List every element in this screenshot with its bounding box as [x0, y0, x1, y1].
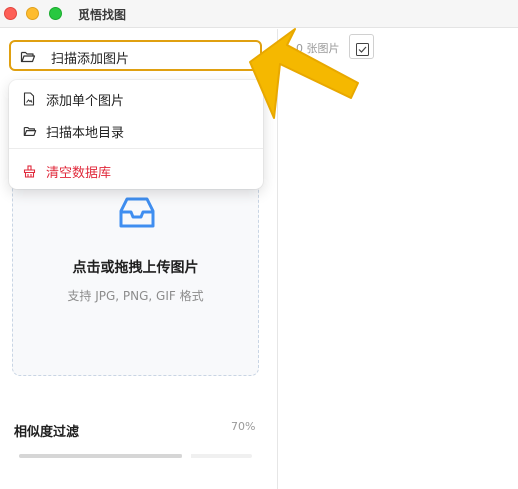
menu-item-scan-local-directory[interactable]: 扫描本地目录	[9, 117, 263, 143]
dropzone-subtitle: 支持 JPG, PNG, GIF 格式	[67, 289, 204, 303]
file-image-icon	[23, 91, 35, 110]
menu-item-clear-database[interactable]: 清空数据库	[9, 157, 263, 183]
menu-item-add-single-image[interactable]: 添加单个图片	[9, 85, 263, 111]
title-bar: 觅悟找图	[0, 0, 518, 28]
database-clear-icon	[23, 163, 36, 182]
similarity-slider-handle[interactable]	[182, 452, 191, 460]
menu-divider	[9, 148, 263, 149]
image-count: 0 张图片	[296, 42, 340, 55]
inbox-tray-icon	[119, 196, 155, 234]
dropzone-title: 点击或拖拽上传图片	[72, 260, 199, 276]
similarity-slider-fill	[19, 454, 182, 458]
close-window-button[interactable]	[4, 7, 17, 20]
checkbox-icon	[356, 41, 369, 60]
scan-add-images-label: 扫描添加图片	[51, 52, 130, 67]
select-all-toggle[interactable]	[349, 34, 374, 59]
maximize-window-button[interactable]	[49, 7, 62, 20]
menu-item-label: 添加单个图片	[46, 94, 125, 109]
scan-add-images-button[interactable]: 扫描添加图片	[9, 40, 262, 71]
scan-dropdown-menu: 添加单个图片 扫描本地目录 清空数据库	[9, 80, 263, 189]
folder-open-icon	[20, 49, 36, 68]
similarity-value: 70%	[231, 420, 256, 433]
menu-item-label: 清空数据库	[46, 166, 112, 181]
minimize-window-button[interactable]	[26, 7, 39, 20]
menu-item-label: 扫描本地目录	[46, 126, 125, 141]
window-title: 觅悟找图	[78, 8, 127, 22]
similarity-filter-label: 相似度过滤	[14, 425, 80, 440]
folder-open-icon	[23, 123, 37, 142]
similarity-slider[interactable]	[19, 452, 252, 460]
